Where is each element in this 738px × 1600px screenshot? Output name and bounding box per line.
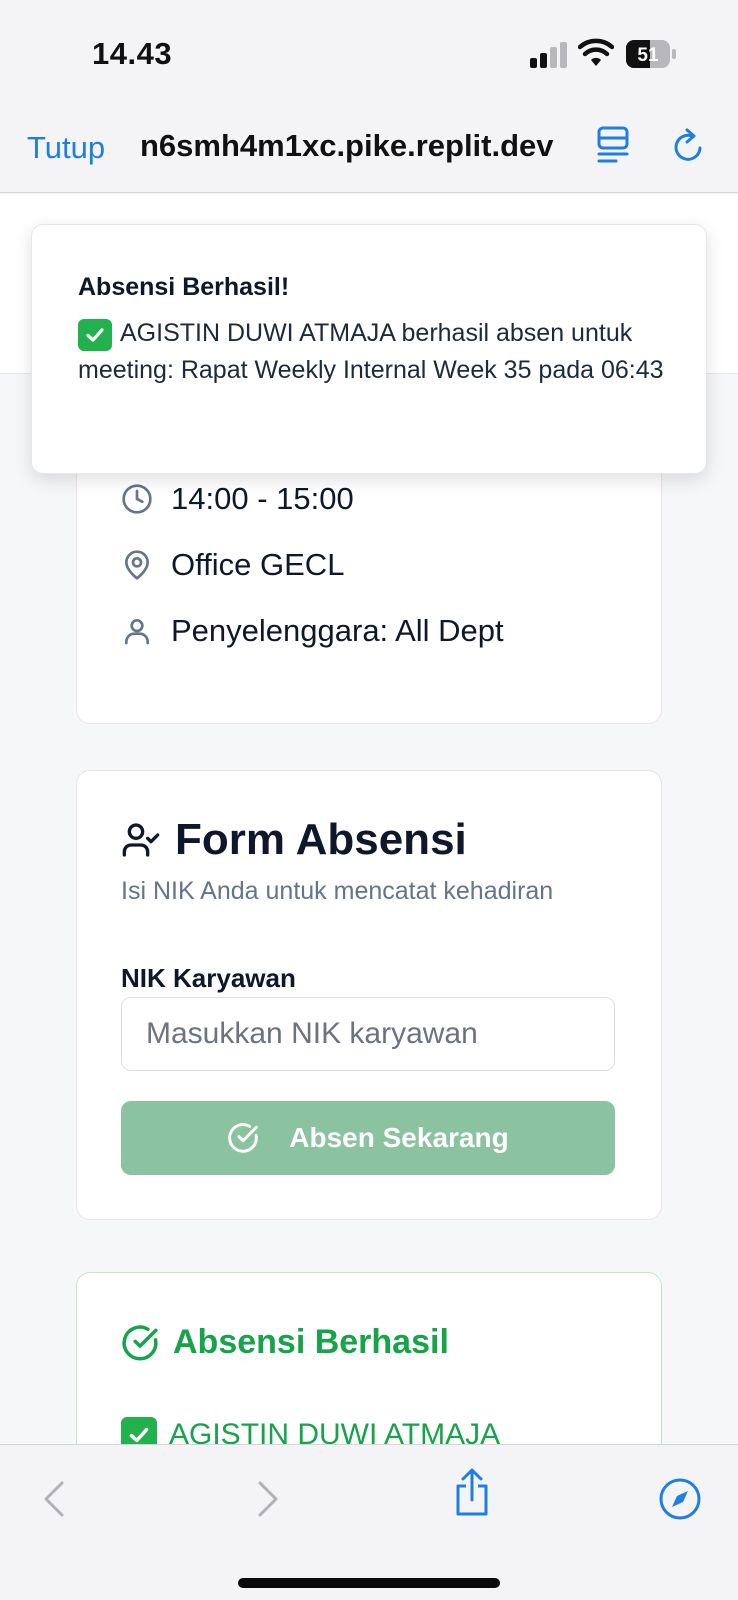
check-emoji-icon [121,1417,157,1444]
url-display[interactable]: n6smh4m1xc.pike.replit.dev [140,128,558,164]
clock-icon [122,484,152,514]
success-card: Absensi Berhasil AGISTIN DUWI ATMAJA [76,1272,662,1444]
success-message: AGISTIN DUWI ATMAJA [121,1417,500,1444]
toast-message: AGISTIN DUWI ATMAJA berhasil absen untuk… [78,315,678,389]
toast-title: Absensi Berhasil! [78,273,290,301]
reader-icon[interactable] [596,124,634,164]
absen-sekarang-button[interactable]: Absen Sekarang [121,1101,615,1175]
map-pin-icon [125,550,149,580]
toast-message-text: AGISTIN DUWI ATMAJA berhasil absen untuk… [78,319,664,384]
user-icon [125,619,149,645]
status-bar: 14.43 51 [0,0,738,100]
status-time: 14.43 [92,36,173,71]
nik-label: NIK Karyawan [121,963,296,993]
check-circle-icon [228,1123,259,1153]
form-title: Form Absensi [121,815,467,865]
nik-input[interactable] [121,997,615,1071]
battery-icon: 51 [626,40,676,68]
check-emoji-icon [78,319,112,351]
form-subtitle: Isi NIK Anda untuk mencatat kehadiran [121,877,554,905]
back-button[interactable] [30,1473,78,1525]
cellular-signal-icon [530,42,567,68]
meeting-organizer: Penyelenggara: All Dept [171,613,504,648]
meeting-location-row: Office GECL [121,547,344,583]
submit-label: Absen Sekarang [289,1122,509,1153]
form-title-text: Form Absensi [175,815,467,864]
success-message-text: AGISTIN DUWI ATMAJA [169,1418,501,1444]
browser-top-bar: Tutup n6smh4m1xc.pike.replit.dev [0,100,738,193]
meeting-time-row: 14:00 - 15:00 [121,481,354,517]
user-check-icon [122,823,160,857]
forward-button[interactable] [244,1473,292,1525]
share-icon [456,1468,488,1516]
compass-icon [659,1478,701,1520]
meeting-organizer-row: Penyelenggara: All Dept [121,613,504,649]
attendance-form-card: Form Absensi Isi NIK Anda untuk mencatat… [76,770,662,1220]
toast-notification[interactable]: Absensi Berhasil! AGISTIN DUWI ATMAJA be… [31,224,707,474]
home-indicator [238,1578,500,1588]
chevron-left-icon [44,1481,64,1517]
success-title-text: Absensi Berhasil [173,1323,449,1361]
meeting-time: 14:00 - 15:00 [171,481,354,516]
success-title: Absensi Berhasil [121,1323,449,1362]
reload-icon[interactable] [670,126,708,166]
share-button[interactable] [448,1467,496,1519]
battery-level: 51 [637,45,659,66]
meeting-location: Office GECL [171,547,345,582]
safari-button[interactable] [656,1473,704,1525]
close-button[interactable]: Tutup [27,130,105,166]
check-circle-icon [122,1324,158,1360]
chevron-right-icon [258,1481,278,1517]
wifi-icon [578,38,614,66]
browser-bottom-toolbar [0,1444,738,1600]
